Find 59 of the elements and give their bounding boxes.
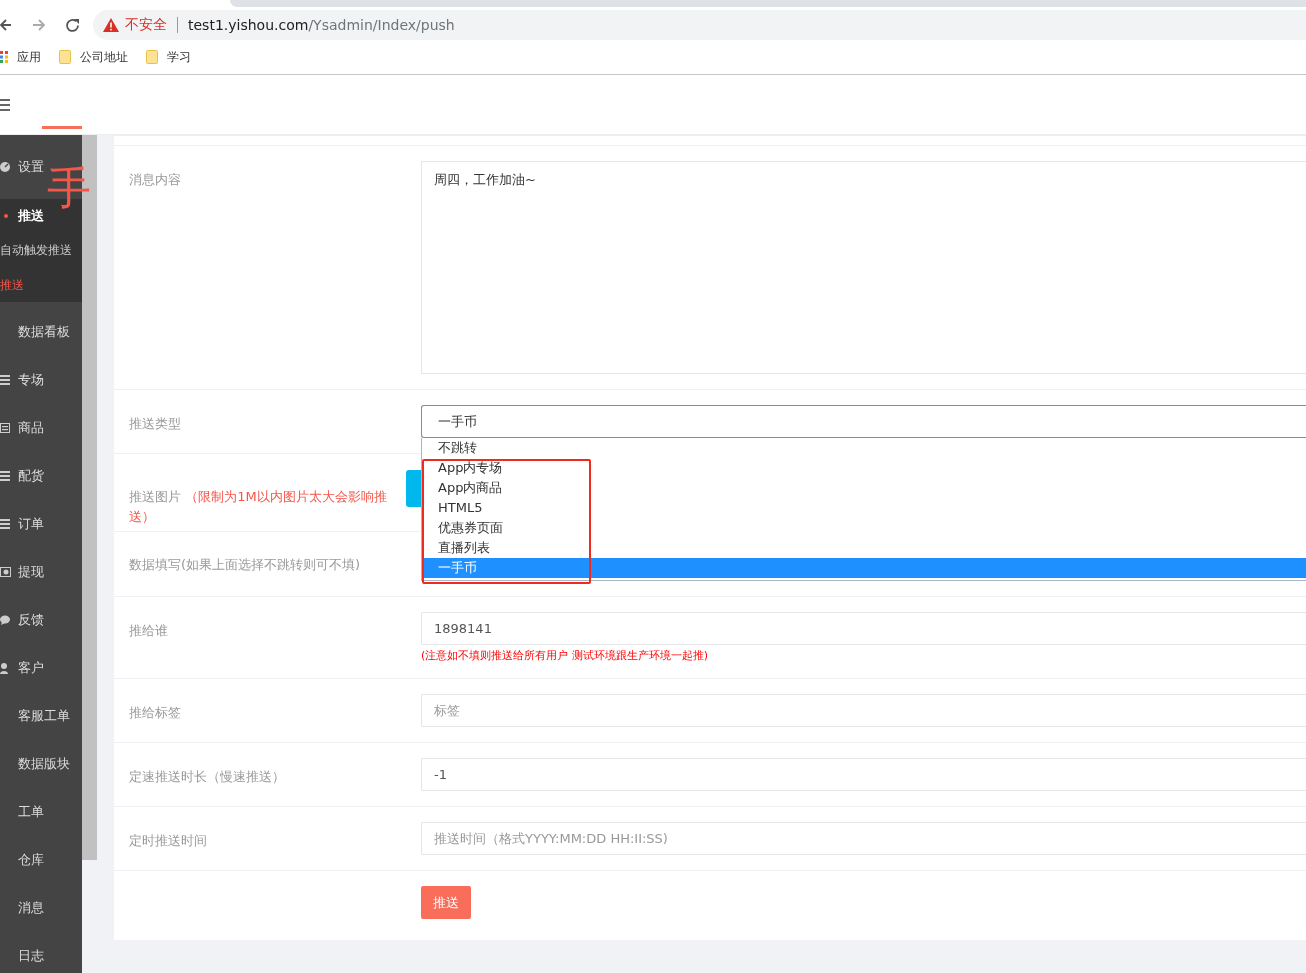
address-bar[interactable]: 不安全 test1.yishou.com/Ysadmin/Index/push [93,10,1306,40]
sidebar-item[interactable]: 客服工单 [0,692,70,740]
list-icon [0,375,10,385]
sidebar-item[interactable]: 提现 [0,548,44,596]
field-label: 推给谁 [129,622,168,640]
back-icon[interactable] [0,18,12,32]
bookmark[interactable]: 学习 [146,48,191,66]
field-label: 推送图片 （限制为1M以内图片太大会影响推送） [129,488,388,526]
sidebar-item[interactable]: 订单 [0,500,44,548]
dropdown-option[interactable]: App内专场 [422,458,1306,478]
bookmark[interactable]: 公司地址 [59,48,128,66]
dropdown-option[interactable]: 优惠券页面 [422,518,1306,538]
menu-icon[interactable] [0,98,10,111]
dropdown-option[interactable]: HTML5 [422,498,1306,518]
list-icon [0,471,10,481]
sidebar-item[interactable]: 反馈 [0,596,44,644]
field-label: 定速推送时长（慢速推送） [129,768,285,786]
folder-icon [146,50,158,64]
sidebar-item[interactable]: 工单 [0,788,44,836]
input-field[interactable]: -1 [421,758,1306,791]
sidebar-item[interactable]: 配货 [0,452,44,500]
sidebar-subitem[interactable]: 推送 [0,267,82,302]
bookmark[interactable]: 应用 [0,48,41,66]
security-label: 不安全 [125,16,167,34]
dropdown-option[interactable]: App内商品 [422,478,1306,498]
field-label: 定时推送时间 [129,832,207,850]
field-label: 数据填写(如果上面选择不跳转则可不填) [129,556,361,574]
field-label: 消息内容 [129,171,181,189]
warning-icon [103,18,119,32]
sidebar-item[interactable]: 推送 [0,199,44,233]
folder-icon [59,50,71,64]
input-field[interactable]: 1898141 [421,612,1306,645]
sidebar-item[interactable]: 数据看板 [0,308,70,356]
list-icon [0,519,10,529]
url-text: test1.yishou.com/Ysadmin/Index/push [188,17,455,33]
sidebar-item[interactable]: 客户 [0,644,44,692]
dropdown-option[interactable]: 不跳转 [422,438,1306,458]
sidebar-subitem[interactable]: 自动触发推送 [0,233,82,268]
push-type-select[interactable]: 一手币 [421,405,1306,438]
message-textarea[interactable]: 周四，工作加油~ [421,161,1306,374]
card-icon [0,423,10,433]
dot-icon [3,214,9,218]
field-label: 推给标签 [129,704,181,722]
sidebar-item[interactable]: 设置 [0,135,44,199]
field-label: 推送类型 [129,415,181,433]
field-note: (注意如不填则推送给所有用户 测试环境跟生产环境一起推) [421,648,710,663]
sidebar-item[interactable]: 数据版块 [0,740,70,788]
sidebar-item[interactable]: 仓库 [0,836,44,884]
sidebar-item[interactable]: 消息 [0,884,44,932]
sidebar-item[interactable]: 专场 [0,356,44,404]
apps-icon [0,51,8,63]
banknote-icon [0,567,11,577]
sidebar-item[interactable]: 商品 [0,404,44,452]
active-indicator [42,126,82,129]
user-icon [0,662,8,674]
sidebar-item[interactable]: 日志 [0,932,44,973]
chat-icon [0,615,10,625]
reload-icon[interactable] [65,17,80,33]
dropdown-option[interactable]: 直播列表 [422,538,1306,558]
